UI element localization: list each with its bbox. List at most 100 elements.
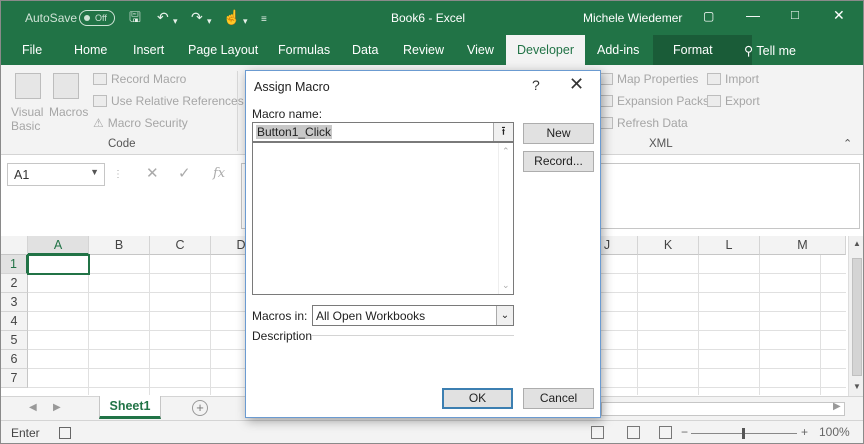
- tab-home[interactable]: Home: [74, 43, 107, 57]
- cancel-button[interactable]: Cancel: [523, 388, 594, 409]
- page-layout-view-icon[interactable]: [627, 426, 640, 439]
- chevron-down-icon[interactable]: ⌄: [496, 306, 513, 325]
- macros-in-select[interactable]: All Open Workbooks ⌄: [312, 305, 514, 326]
- zoom-slider[interactable]: [691, 428, 797, 439]
- scroll-down-icon[interactable]: ▼: [853, 382, 861, 391]
- column-header[interactable]: L: [699, 236, 760, 255]
- use-relative-references-button[interactable]: Use Relative References: [93, 94, 244, 108]
- undo-dropdown-icon[interactable]: ▾: [173, 13, 178, 29]
- prev-sheet-icon[interactable]: ◀: [29, 402, 37, 413]
- tab-view[interactable]: View: [467, 43, 494, 57]
- visual-basic-button[interactable]: Visual Basic: [11, 105, 47, 133]
- redo-icon[interactable]: ↷: [191, 9, 203, 25]
- cancel-entry-icon[interactable]: ✕: [146, 164, 159, 182]
- active-cell-a1[interactable]: [27, 254, 90, 275]
- save-icon[interactable]: 🖫: [129, 9, 141, 25]
- row-header[interactable]: 6: [1, 350, 28, 369]
- touch-mode-icon[interactable]: ☝: [223, 9, 240, 25]
- zoom-out-button[interactable]: −: [681, 425, 688, 439]
- normal-view-icon[interactable]: [591, 426, 604, 439]
- zoom-level[interactable]: 100%: [819, 425, 850, 439]
- scroll-up-icon[interactable]: ▲: [853, 239, 861, 248]
- tab-page-layout[interactable]: Page Layout: [188, 43, 258, 57]
- column-header[interactable]: B: [89, 236, 150, 255]
- macro-record-icon[interactable]: [59, 427, 71, 439]
- next-sheet-icon[interactable]: ▶: [53, 402, 61, 413]
- minimize-icon[interactable]: —: [746, 7, 760, 23]
- close-icon[interactable]: ✕: [833, 7, 845, 24]
- zoom-slider-knob[interactable]: [742, 428, 745, 439]
- gridline: [820, 255, 821, 395]
- scroll-right-icon[interactable]: ▶: [833, 401, 841, 412]
- row-header[interactable]: 4: [1, 312, 28, 331]
- macro-name-input[interactable]: Button1_Click: [252, 122, 514, 142]
- import-button[interactable]: Import: [707, 72, 759, 86]
- expansion-packs-button[interactable]: Expansion Packs: [599, 94, 709, 108]
- macro-list-scrollbar[interactable]: ⌃ ⌄: [498, 143, 513, 294]
- row-header[interactable]: 5: [1, 331, 28, 350]
- insert-function-icon[interactable]: fx: [213, 166, 225, 181]
- refresh-data-button[interactable]: Refresh Data: [599, 116, 688, 130]
- ok-button[interactable]: OK: [442, 388, 513, 409]
- tab-file[interactable]: File: [22, 43, 42, 57]
- tab-review[interactable]: Review: [403, 43, 444, 57]
- xml-group-label: XML: [649, 138, 673, 150]
- vertical-scrollbar[interactable]: ▲ ▼: [848, 236, 863, 396]
- row-header[interactable]: 2: [1, 274, 28, 293]
- scroll-up-icon[interactable]: ⌃: [502, 146, 510, 157]
- export-button[interactable]: Export: [707, 94, 760, 108]
- undo-icon[interactable]: ↶: [157, 9, 169, 25]
- tab-formulas[interactable]: Formulas: [278, 43, 330, 57]
- gridline: [149, 255, 150, 395]
- visual-basic-icon: [15, 73, 41, 99]
- scroll-thumb[interactable]: [852, 258, 862, 376]
- scroll-down-icon[interactable]: ⌄: [502, 280, 510, 291]
- map-properties-button[interactable]: Map Properties: [599, 72, 698, 86]
- row-header[interactable]: 3: [1, 293, 28, 312]
- add-sheet-icon[interactable]: +: [192, 400, 208, 416]
- user-name[interactable]: Michele Wiedemer: [583, 11, 682, 25]
- dialog-close-icon[interactable]: ✕: [569, 74, 584, 95]
- page-break-view-icon[interactable]: [659, 426, 672, 439]
- confirm-entry-icon[interactable]: ✓: [178, 164, 191, 182]
- collapse-dialog-icon[interactable]: ⭱: [493, 123, 513, 141]
- customize-qat-icon[interactable]: ≡: [261, 12, 267, 28]
- tell-me-box[interactable]: ⚲ Tell me: [744, 43, 796, 58]
- horizontal-scrollbar[interactable]: [601, 402, 845, 416]
- macro-list[interactable]: ⌃ ⌄: [252, 142, 514, 295]
- zoom-in-button[interactable]: +: [801, 425, 808, 439]
- expansion-packs-icon: [599, 95, 613, 107]
- tab-data[interactable]: Data: [352, 43, 378, 57]
- column-header[interactable]: K: [638, 236, 699, 255]
- tab-insert[interactable]: Insert: [133, 43, 164, 57]
- name-box[interactable]: A1 ▼: [7, 163, 105, 186]
- new-button[interactable]: New: [523, 123, 594, 144]
- sheet-tab-sheet1[interactable]: Sheet1: [99, 396, 161, 419]
- macros-button[interactable]: Macros: [49, 105, 88, 119]
- tab-developer[interactable]: Developer: [506, 35, 585, 65]
- ribbon-tabs: File Home Insert Page Layout Formulas Da…: [1, 35, 863, 65]
- row-header[interactable]: 1: [1, 255, 28, 274]
- record-macro-button[interactable]: Record Macro: [93, 72, 186, 86]
- gridline: [698, 255, 699, 395]
- tab-add-ins[interactable]: Add-ins: [597, 43, 639, 57]
- maximize-icon[interactable]: □: [791, 7, 799, 22]
- row-header[interactable]: 7: [1, 369, 28, 388]
- status-bar: Enter − + 100%: [1, 420, 863, 443]
- select-all-corner[interactable]: [1, 236, 28, 255]
- help-icon[interactable]: ?: [532, 77, 540, 93]
- column-header[interactable]: C: [150, 236, 211, 255]
- chevron-down-icon[interactable]: ▼: [90, 167, 99, 177]
- dialog-title: Assign Macro: [254, 80, 330, 94]
- collapse-ribbon-icon[interactable]: ⌃: [843, 137, 852, 150]
- redo-dropdown-icon[interactable]: ▾: [207, 13, 212, 29]
- tab-format[interactable]: Format: [653, 35, 752, 65]
- column-header[interactable]: M: [760, 236, 846, 255]
- touch-dropdown-icon[interactable]: ▾: [243, 13, 248, 29]
- ribbon-display-options-icon[interactable]: ▢: [703, 9, 714, 23]
- autosave-toggle[interactable]: Off: [79, 10, 115, 26]
- macro-security-button[interactable]: ⚠ Macro Security: [93, 116, 188, 130]
- excel-window: AutoSave Off 🖫 ↶ ▾ ↷ ▾ ☝ ▾ ≡ Book6 - Exc…: [0, 0, 864, 444]
- column-header[interactable]: A: [28, 236, 89, 255]
- record-button[interactable]: Record...: [523, 151, 594, 172]
